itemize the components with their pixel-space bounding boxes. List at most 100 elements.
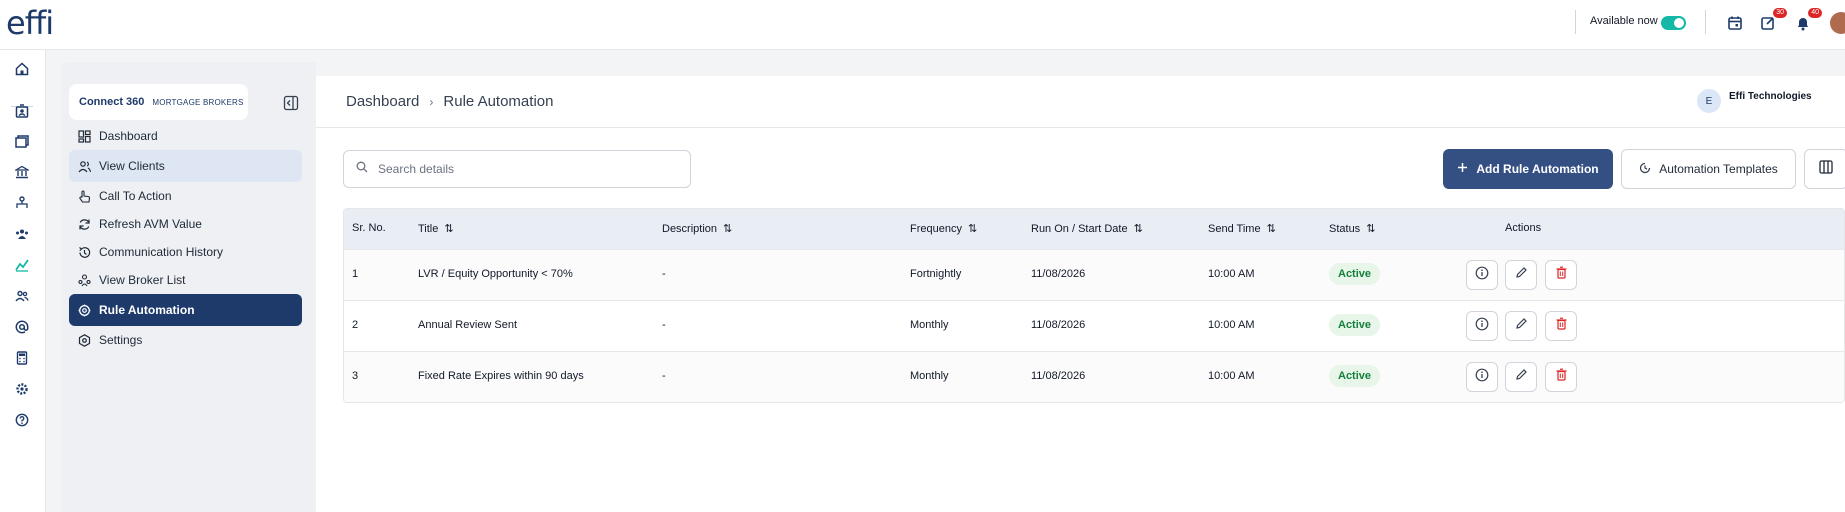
edit-button[interactable] xyxy=(1505,311,1537,341)
cell-title: Fixed Rate Expires within 90 days xyxy=(418,370,584,382)
rules-table: Sr. No. Title ⇅ Description ⇅ Frequency ⇅ R… xyxy=(343,208,1845,403)
delete-button[interactable] xyxy=(1545,260,1577,290)
info-icon xyxy=(1475,317,1489,336)
cell-run-on: 11/08/2026 xyxy=(1031,268,1086,280)
tasks-icon[interactable]: 30 xyxy=(1757,8,1787,34)
settings-gear-icon[interactable] xyxy=(11,378,33,400)
brand-logo: Connect 360 MORTGAGE BROKERS xyxy=(69,84,248,120)
pencil-icon xyxy=(1515,368,1528,386)
home-icon[interactable] xyxy=(11,58,33,80)
header-label: Status xyxy=(1329,222,1361,235)
chart-icon[interactable] xyxy=(11,254,33,276)
app-logo[interactable]: effi xyxy=(6,4,54,42)
sort-icon[interactable]: ⇅ xyxy=(1134,222,1143,235)
header-sr-no: Sr. No. xyxy=(352,222,386,234)
sidebar-item-view-clients[interactable]: View Clients xyxy=(69,150,302,182)
edit-button[interactable] xyxy=(1505,362,1537,392)
sidebar-item-view-broker-list[interactable]: View Broker List xyxy=(69,264,302,296)
cell-send-time: 10:00 AM xyxy=(1208,370,1255,382)
columns-icon xyxy=(1819,159,1833,179)
add-rule-automation-button[interactable]: Add Rule Automation xyxy=(1443,149,1613,189)
header-label: Description xyxy=(662,222,718,235)
sidebar-item-label: Call To Action xyxy=(99,189,172,203)
header-label: Title xyxy=(418,222,439,235)
automation-templates-button[interactable]: Automation Templates xyxy=(1621,149,1796,189)
delete-button[interactable] xyxy=(1545,362,1577,392)
trash-icon xyxy=(1555,368,1568,386)
sort-icon[interactable]: ⇅ xyxy=(968,222,977,235)
sidebar: Connect 360 MORTGAGE BROKERS Dashboard V… xyxy=(61,62,316,512)
availability-label: Available now xyxy=(1590,15,1658,27)
user-avatar[interactable] xyxy=(1830,12,1845,34)
cell-frequency: Monthly xyxy=(910,370,949,382)
sidebar-item-label: View Clients xyxy=(99,159,165,173)
contact-card-icon[interactable] xyxy=(11,100,33,122)
help-icon[interactable] xyxy=(11,409,33,431)
columns-toggle-button[interactable] xyxy=(1804,149,1845,189)
sidebar-item-label: Settings xyxy=(99,333,143,347)
trash-icon xyxy=(1555,317,1568,335)
cell-send-time: 10:00 AM xyxy=(1208,268,1255,280)
folder-icon[interactable] xyxy=(11,130,33,152)
breadcrumb: Dashboard › Rule Automation xyxy=(346,93,553,110)
hierarchy-icon[interactable] xyxy=(11,192,33,214)
users-icon[interactable] xyxy=(11,285,33,307)
calculator-icon[interactable] xyxy=(11,347,33,369)
header-label: Sr. No. xyxy=(352,222,386,234)
at-icon[interactable] xyxy=(11,316,33,338)
clients-icon xyxy=(77,159,91,173)
table-row: 2 Annual Review Sent - Monthly 11/08/202… xyxy=(344,300,1844,351)
sidebar-item-settings[interactable]: Settings xyxy=(69,324,302,356)
sort-icon[interactable]: ⇅ xyxy=(444,222,453,235)
sort-icon[interactable]: ⇅ xyxy=(723,222,732,235)
header-description[interactable]: Description ⇅ xyxy=(662,222,732,236)
sort-icon[interactable]: ⇅ xyxy=(1267,222,1276,235)
sort-icon[interactable]: ⇅ xyxy=(1366,222,1375,235)
header-status[interactable]: Status ⇅ xyxy=(1329,222,1375,236)
cell-description: - xyxy=(662,370,666,382)
sidebar-item-rule-automation[interactable]: Rule Automation xyxy=(69,294,302,326)
cell-sr: 1 xyxy=(352,268,359,280)
user-name: Effi Technologies xyxy=(1729,90,1812,102)
settings-icon xyxy=(77,333,91,347)
info-button[interactable] xyxy=(1466,311,1498,341)
breadcrumb-root[interactable]: Dashboard xyxy=(346,93,419,110)
plus-icon xyxy=(1457,162,1468,176)
table-row: 1 LVR / Equity Opportunity < 70% - Fortn… xyxy=(344,249,1844,300)
pencil-icon xyxy=(1515,317,1528,335)
team-icon[interactable] xyxy=(11,223,33,245)
chevron-right-icon: › xyxy=(429,94,434,109)
header-title[interactable]: Title ⇅ xyxy=(418,222,454,236)
header-frequency[interactable]: Frequency ⇅ xyxy=(910,222,977,236)
sidebar-item-dashboard[interactable]: Dashboard xyxy=(69,120,302,152)
history-icon xyxy=(77,245,91,259)
collapse-sidebar-icon[interactable] xyxy=(283,95,299,111)
user-menu[interactable]: E Effi Technologies xyxy=(1697,89,1812,113)
delete-button[interactable] xyxy=(1545,311,1577,341)
cell-run-on: 11/08/2026 xyxy=(1031,370,1086,382)
main-content: Dashboard › Rule Automation E Effi Techn… xyxy=(316,76,1845,512)
topbar-divider xyxy=(1575,10,1576,34)
header-run-on[interactable]: Run On / Start Date ⇅ xyxy=(1031,222,1143,236)
top-bar: effi Available now 30 40 xyxy=(0,0,1845,50)
breadcrumb-current: Rule Automation xyxy=(443,93,554,110)
search-icon xyxy=(356,160,368,178)
search-input[interactable] xyxy=(378,162,668,176)
header-send-time[interactable]: Send Time ⇅ xyxy=(1208,222,1276,236)
notification-bell-icon[interactable]: 40 xyxy=(1792,8,1822,34)
cell-description: - xyxy=(662,319,666,331)
info-button[interactable] xyxy=(1466,260,1498,290)
brand-suffix: MORTGAGE BROKERS xyxy=(152,97,244,107)
info-icon xyxy=(1475,368,1489,387)
edit-button[interactable] xyxy=(1505,260,1537,290)
availability-toggle[interactable] xyxy=(1661,16,1686,30)
info-button[interactable] xyxy=(1466,362,1498,392)
sidebar-item-label: Rule Automation xyxy=(99,303,195,317)
hand-pointer-icon xyxy=(77,189,91,203)
search-box xyxy=(343,150,691,188)
cell-sr: 3 xyxy=(352,370,359,382)
calendar-icon[interactable] xyxy=(1724,12,1746,34)
icon-rail xyxy=(0,50,46,512)
status-badge: Active xyxy=(1329,314,1381,336)
bank-icon[interactable] xyxy=(11,161,33,183)
